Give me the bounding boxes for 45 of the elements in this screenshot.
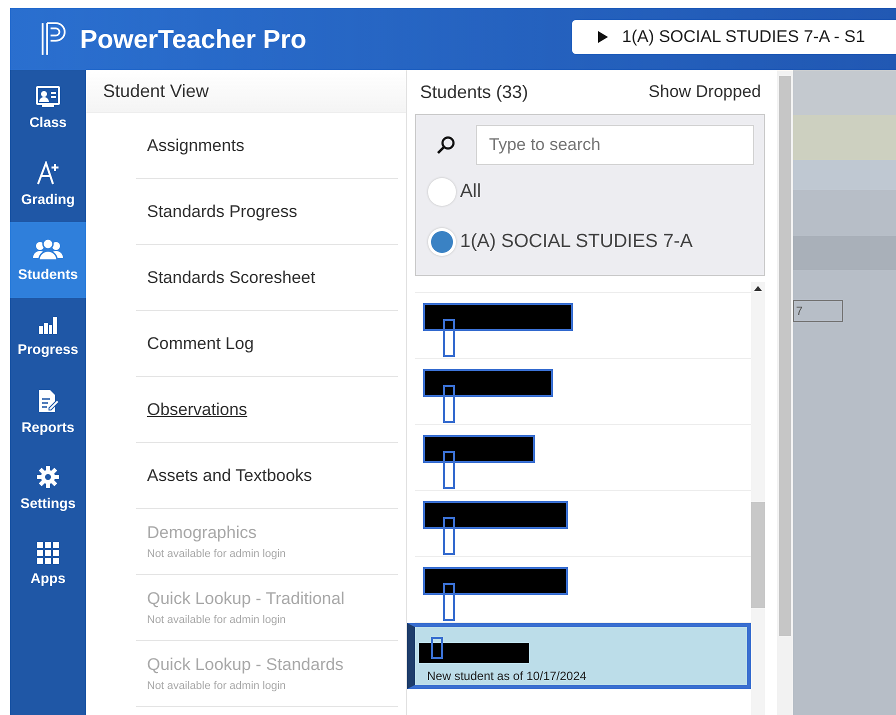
scroll-up-icon <box>754 286 762 291</box>
radio-button[interactable] <box>428 228 456 256</box>
annotation-box <box>443 385 455 423</box>
student-row[interactable]: New student as of 10/17/2024 <box>407 623 751 689</box>
search-field[interactable]: Type to search <box>476 125 754 165</box>
scrollbar-thumb[interactable] <box>779 76 791 636</box>
annotation-box <box>443 451 455 489</box>
menu-item[interactable]: Assignments <box>136 113 398 179</box>
id-card-icon <box>36 86 60 108</box>
radio-label: All <box>460 181 482 203</box>
bar-chart-icon <box>38 315 58 335</box>
student-note: New student as of 10/17/2024 <box>427 669 586 683</box>
menu-item[interactable]: Comment Log <box>136 311 398 377</box>
nav-item[interactable]: Apps <box>10 526 86 602</box>
nav-item[interactable]: Students <box>10 222 86 298</box>
nav-item[interactable]: Settings <box>10 450 86 526</box>
panel-title: Students (33) <box>420 82 528 102</box>
scrollbar-thumb[interactable] <box>751 502 765 608</box>
nav-item[interactable]: Progress <box>10 298 86 374</box>
course-selector[interactable]: 1(A) SOCIAL STUDIES 7-A - S1 <box>572 20 896 54</box>
annotation-box <box>443 319 455 357</box>
nav-item[interactable]: Reports <box>10 374 86 450</box>
app-name: PowerTeacher Pro <box>80 24 306 54</box>
nav-item[interactable]: Grading <box>10 146 86 222</box>
search-icon <box>436 135 456 155</box>
show-dropped-link[interactable]: Show Dropped <box>648 82 761 102</box>
people-icon <box>33 238 63 260</box>
settings-icon <box>36 465 60 489</box>
annotation-box <box>443 517 455 555</box>
list-scrollbar[interactable] <box>751 282 765 715</box>
panel-scrollbar[interactable] <box>777 70 793 715</box>
background-field: 7 <box>793 300 843 322</box>
menu-item[interactable]: Standards Progress <box>136 179 398 245</box>
apps-grid-icon <box>37 542 59 564</box>
menu-item[interactable]: Observations <box>136 377 398 443</box>
radio-button[interactable] <box>428 178 456 206</box>
annotation-box <box>443 583 455 621</box>
play-icon <box>598 31 608 43</box>
radio-label: 1(A) SOCIAL STUDIES 7-A <box>460 231 693 253</box>
annotation-box <box>431 637 443 659</box>
nav-item[interactable]: Class <box>10 70 86 146</box>
document-pen-icon <box>37 389 59 413</box>
a-plus-icon <box>36 161 60 185</box>
menu-item[interactable]: Assets and Textbooks <box>136 443 398 509</box>
menu-item[interactable]: Standards Scoresheet <box>136 245 398 311</box>
